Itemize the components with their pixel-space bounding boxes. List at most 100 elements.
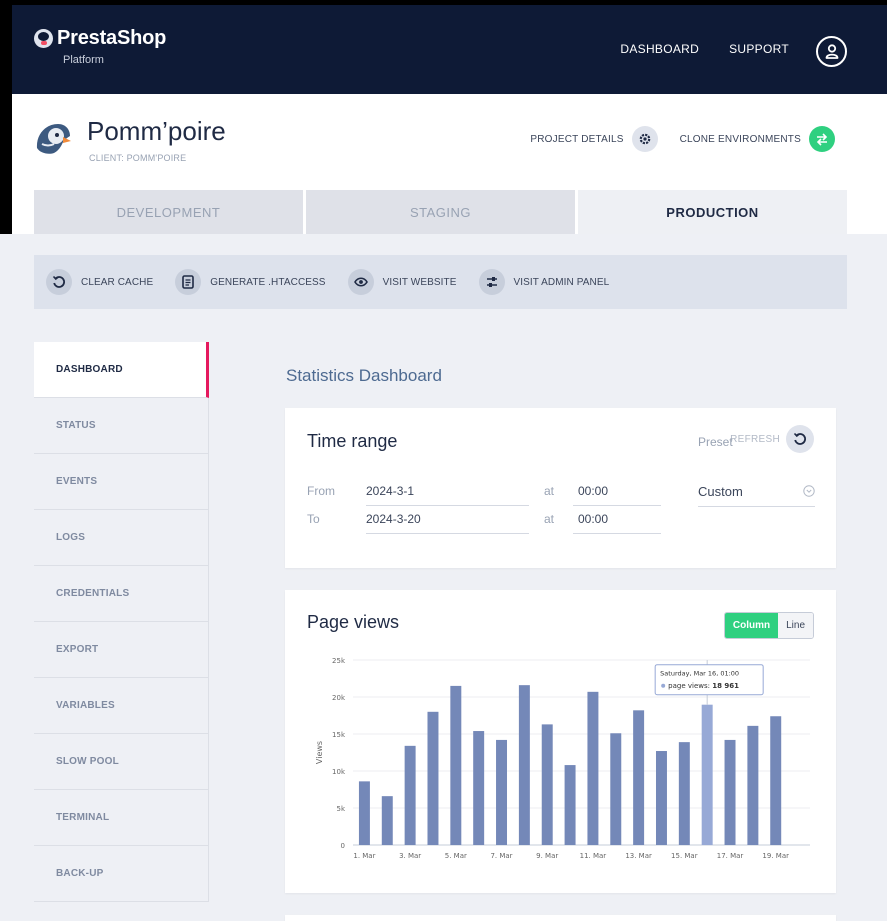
- preset-label: Preset: [698, 435, 733, 449]
- environment-action-bar: CLEAR CACHE GENERATE .HTACCESS VISIT WEB…: [34, 255, 847, 309]
- time-range-title: Time range: [307, 431, 398, 451]
- x-tick-label: 19. Mar: [762, 852, 789, 860]
- to-label: To: [307, 512, 320, 526]
- nav-support-link[interactable]: SUPPORT: [729, 42, 789, 56]
- swap-arrows-icon: [816, 133, 828, 146]
- bar: [655, 751, 667, 845]
- bar: [473, 731, 485, 845]
- visit-website-icon-wrap: [347, 269, 374, 295]
- from-at-label: at: [544, 484, 555, 498]
- tab-staging[interactable]: STAGING: [306, 190, 575, 234]
- bar: [587, 691, 599, 845]
- prestashop-logo-icon: [34, 29, 53, 48]
- visit-admin-panel-label: VISIT ADMIN PANEL: [513, 276, 610, 288]
- menu-item-terminal[interactable]: TERMINAL: [34, 790, 209, 846]
- menu-item-credentials[interactable]: CREDENTIALS: [34, 566, 209, 622]
- tab-development[interactable]: DEVELOPMENT: [34, 190, 303, 234]
- preset-select[interactable]: Custom: [698, 484, 815, 507]
- time-range-card: Time range REFRESH From 2024-3-1 at 00:0…: [285, 408, 836, 568]
- tooltip-series-marker: [661, 683, 666, 688]
- tooltip-date: Saturday, Mar 16, 01:00: [660, 670, 739, 678]
- x-tick-label: 1. Mar: [353, 852, 375, 860]
- generate-htaccess-label: GENERATE .HTACCESS: [210, 276, 326, 288]
- to-date-input[interactable]: 2024-3-20: [366, 512, 529, 534]
- menu-item-logs[interactable]: LOGS: [34, 510, 209, 566]
- y-tick-label: 20k: [332, 694, 346, 702]
- clone-environments-label[interactable]: CLONE ENVIRONMENTS: [680, 134, 801, 145]
- to-time-input[interactable]: 00:00: [573, 512, 661, 534]
- bar: [381, 796, 393, 845]
- tooltip-label: page views: 18 961: [668, 682, 739, 690]
- visit-admin-panel-button[interactable]: VISIT ADMIN PANEL: [478, 269, 610, 295]
- x-tick-label: 5. Mar: [445, 852, 467, 860]
- from-label: From: [307, 484, 335, 498]
- x-tick-label: 17. Mar: [717, 852, 744, 860]
- clear-cache-icon-wrap: [46, 269, 72, 295]
- menu-item-status[interactable]: STATUS: [34, 398, 209, 454]
- top-navbar: PrestaShop Platform DASHBOARD SUPPORT: [12, 5, 887, 94]
- x-tick-label: 9. Mar: [536, 852, 558, 860]
- bar: [747, 725, 759, 845]
- bar: [496, 739, 508, 845]
- generate-htaccess-button[interactable]: GENERATE .HTACCESS: [175, 269, 325, 295]
- bar: [678, 742, 690, 845]
- brand-name: PrestaShop: [57, 27, 167, 49]
- bar: [701, 704, 713, 845]
- bar: [450, 685, 462, 845]
- project-details-label[interactable]: PROJECT DETAILS: [530, 134, 623, 145]
- bar: [358, 781, 370, 845]
- prestashop-logo[interactable]: PrestaShop: [34, 27, 166, 50]
- visit-admin-panel-icon-wrap: [478, 269, 505, 295]
- bar: [404, 745, 416, 845]
- menu-item-slow-pool[interactable]: SLOW POOL: [34, 734, 209, 790]
- environment-tabs: DEVELOPMENT STAGING PRODUCTION: [34, 190, 847, 234]
- tab-production[interactable]: PRODUCTION: [578, 190, 847, 234]
- project-title: Pomm’poire: [87, 116, 226, 146]
- eye-icon: [353, 277, 368, 287]
- x-tick-label: 3. Mar: [399, 852, 421, 860]
- menu-item-export[interactable]: EXPORT: [34, 622, 209, 678]
- user-icon: [825, 44, 838, 59]
- project-details-button[interactable]: [631, 126, 658, 152]
- chevron-down-icon: [803, 485, 815, 497]
- visit-website-button[interactable]: VISIT WEBSITE: [347, 269, 457, 295]
- bar: [610, 733, 622, 845]
- top-nav-links: DASHBOARD SUPPORT: [620, 42, 789, 56]
- visit-website-label: VISIT WEBSITE: [382, 276, 457, 288]
- sliders-icon: [486, 277, 497, 287]
- refresh-icon: [793, 432, 806, 445]
- nav-dashboard-link[interactable]: DASHBOARD: [620, 42, 699, 56]
- clear-cache-button[interactable]: CLEAR CACHE: [46, 269, 153, 295]
- x-tick-label: 13. Mar: [625, 852, 652, 860]
- project-client: CLIENT: POMM'POIRE: [89, 153, 187, 163]
- x-tick-label: 11. Mar: [580, 852, 607, 860]
- refresh-button[interactable]: REFRESH: [730, 425, 814, 453]
- y-tick-label: 15k: [332, 731, 346, 739]
- refresh-icon: [52, 275, 65, 288]
- section-title: Statistics Dashboard: [286, 366, 442, 385]
- from-date-input[interactable]: 2024-3-1: [366, 484, 529, 506]
- bar: [770, 716, 782, 845]
- page-views-chart: 0 5k 10k 15k 20k 25k Views 1. Mar 3. Mar 5. Mar 7.…: [315, 657, 810, 860]
- bar: [633, 710, 645, 845]
- menu-item-dashboard[interactable]: DASHBOARD: [34, 342, 209, 398]
- menu-item-events[interactable]: EVENTS: [34, 454, 209, 510]
- bar: [518, 685, 530, 845]
- gear-icon: [639, 133, 650, 145]
- clone-environments-button[interactable]: [809, 126, 835, 152]
- menu-item-variables[interactable]: VARIABLES: [34, 678, 209, 734]
- menu-item-back-up[interactable]: BACK-UP: [34, 846, 209, 902]
- y-tick-label: 10k: [332, 768, 346, 776]
- y-axis-label: Views: [315, 741, 324, 764]
- puffin-avatar-icon: [36, 124, 71, 154]
- from-time-input[interactable]: 00:00: [573, 484, 661, 506]
- generate-htaccess-icon-wrap: [175, 269, 202, 295]
- x-tick-label: 15. Mar: [671, 852, 698, 860]
- bar: [724, 739, 736, 845]
- bar: [541, 724, 553, 845]
- page-views-card: Page views Column Line 0 5k 10k 15k 20k 25k Vi…: [285, 590, 836, 893]
- bar: [564, 765, 576, 845]
- refresh-label: REFRESH: [730, 433, 780, 445]
- user-account-button[interactable]: [816, 36, 847, 67]
- to-at-label: at: [544, 512, 555, 526]
